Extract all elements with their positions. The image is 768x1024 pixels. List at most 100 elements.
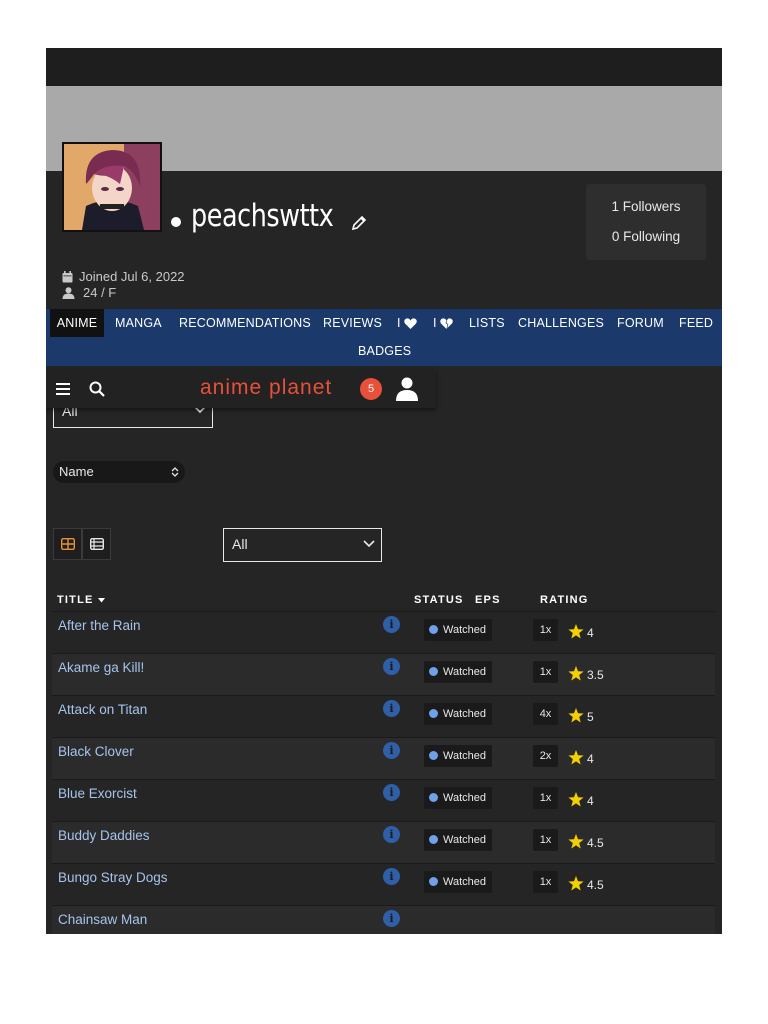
search-icon[interactable] [89,381,105,397]
eps-count: 1x [533,661,558,683]
tab-forum[interactable]: FORUM [617,309,664,337]
anime-title-link[interactable]: Bungo Stray Dogs [58,870,168,885]
status-text: Watched [443,666,487,678]
age-gender-text: 24 / F [83,285,117,300]
status-text: Watched [443,624,487,636]
info-icon[interactable]: i [383,700,400,717]
status-dot [429,877,438,886]
avatar[interactable] [62,142,162,232]
table-row: Bungo Stray Dogs i Watched 1x 4.5 [52,863,715,906]
eps-count: 2x [533,745,558,767]
followers-link[interactable]: 1 Followers [586,199,706,214]
status-dot [429,625,438,634]
tab-lists[interactable]: LISTS [469,309,505,337]
eps-count: 4x [533,703,558,725]
rating[interactable]: 4.5 [568,832,604,850]
profile-page: peachswttx 1 Followers 0 Following Joine… [46,48,722,934]
anime-title-link[interactable]: Akame ga Kill! [58,660,144,675]
table-row: Attack on Titan i Watched 4x 5 [52,695,715,738]
status-dot [429,667,438,676]
sort-value: Name [59,464,94,479]
anime-title-link[interactable]: After the Rain [58,618,141,633]
rating-value: 4 [587,752,594,766]
status-badge[interactable]: Watched [424,745,492,767]
rating-value: 4 [587,794,594,808]
info-icon[interactable]: i [383,784,400,801]
tab-challenges[interactable]: CHALLENGES [518,309,604,337]
info-icon[interactable]: i [383,658,400,675]
tab-manga[interactable]: MANGA [115,309,162,337]
info-icon[interactable]: i [383,826,400,843]
notification-count-badge[interactable]: 5 [360,378,382,400]
status-dot [429,709,438,718]
rating-value: 4 [587,626,594,640]
tab-anime[interactable]: ANIME [50,309,104,337]
heart-icon [404,318,418,329]
status-badge[interactable]: Watched [424,787,492,809]
star-icon [568,833,584,848]
tab-feed[interactable]: FEED [679,309,713,337]
grid-icon [60,538,75,550]
rating-value: 4.5 [587,878,604,892]
anime-title-link[interactable]: Attack on Titan [58,702,147,717]
list-icon [89,538,104,550]
anime-planet-logo[interactable]: anime planet [200,376,332,400]
status-badge[interactable]: Watched [424,703,492,725]
tag-filter-value: All [232,536,248,552]
pencil-icon[interactable] [350,214,368,232]
tab-reviews[interactable]: REVIEWS [323,309,382,337]
rating[interactable]: 5 [568,706,594,724]
top-bar [46,48,722,86]
table-row: Akame ga Kill! i Watched 1x 3.5 [52,653,715,696]
tab-loved-characters[interactable]: I [397,309,418,337]
status-text: Watched [443,708,487,720]
rating[interactable]: 4.5 [568,874,604,892]
status-dot [429,751,438,760]
star-icon [568,665,584,680]
profile-nav: ANIME MANGA RECOMMENDATIONS REVIEWS I I … [46,309,722,366]
sort-arrows-icon [171,467,179,477]
sort-select[interactable]: Name [53,461,185,483]
eps-count: 1x [533,787,558,809]
eps-column-header[interactable]: EPS [475,594,501,606]
rating[interactable]: 4 [568,748,594,766]
info-icon[interactable]: i [383,910,400,927]
status-text: Watched [443,792,487,804]
age-gender: 24 / F [62,285,116,300]
title-header-label: TITLE [57,594,94,606]
star-icon [568,707,584,722]
table-row: Chainsaw Man i [52,905,715,934]
title-column-header[interactable]: TITLE [57,594,105,606]
rating[interactable]: 4 [568,790,594,808]
status-badge[interactable]: Watched [424,661,492,683]
info-icon[interactable]: i [383,742,400,759]
broken-heart-icon [440,318,454,329]
tag-filter-select[interactable]: All [223,528,382,562]
following-link[interactable]: 0 Following [586,229,706,244]
rating[interactable]: 3.5 [568,664,604,682]
table-row: Buddy Daddies i Watched 1x 4.5 [52,821,715,864]
status-column-header[interactable]: STATUS [414,594,464,606]
info-icon[interactable]: i [383,616,400,633]
list-view-button[interactable] [82,528,111,560]
table-row: Black Clover i Watched 2x 4 [52,737,715,780]
info-icon[interactable]: i [383,868,400,885]
user-account-icon[interactable] [396,377,418,401]
status-badge[interactable]: Watched [424,619,492,641]
tab-hated-characters[interactable]: I [433,309,454,337]
tab-recommendations[interactable]: RECOMMENDATIONS [179,309,311,337]
anime-title-link[interactable]: Blue Exorcist [58,786,137,801]
anime-title-link[interactable]: Buddy Daddies [58,828,150,843]
status-badge[interactable]: Watched [424,871,492,893]
chevron-down-icon [363,540,375,548]
anime-title-link[interactable]: Chainsaw Man [58,912,147,927]
hamburger-menu-icon[interactable] [56,383,70,395]
grid-view-button[interactable] [53,528,82,560]
status-badge[interactable]: Watched [424,829,492,851]
tab-hated-label: I [433,316,437,330]
anime-title-link[interactable]: Black Clover [58,744,134,759]
rating-column-header[interactable]: RATING [540,594,589,606]
rating[interactable]: 4 [568,622,594,640]
tab-badges[interactable]: BADGES [358,337,411,365]
star-icon [568,875,584,890]
